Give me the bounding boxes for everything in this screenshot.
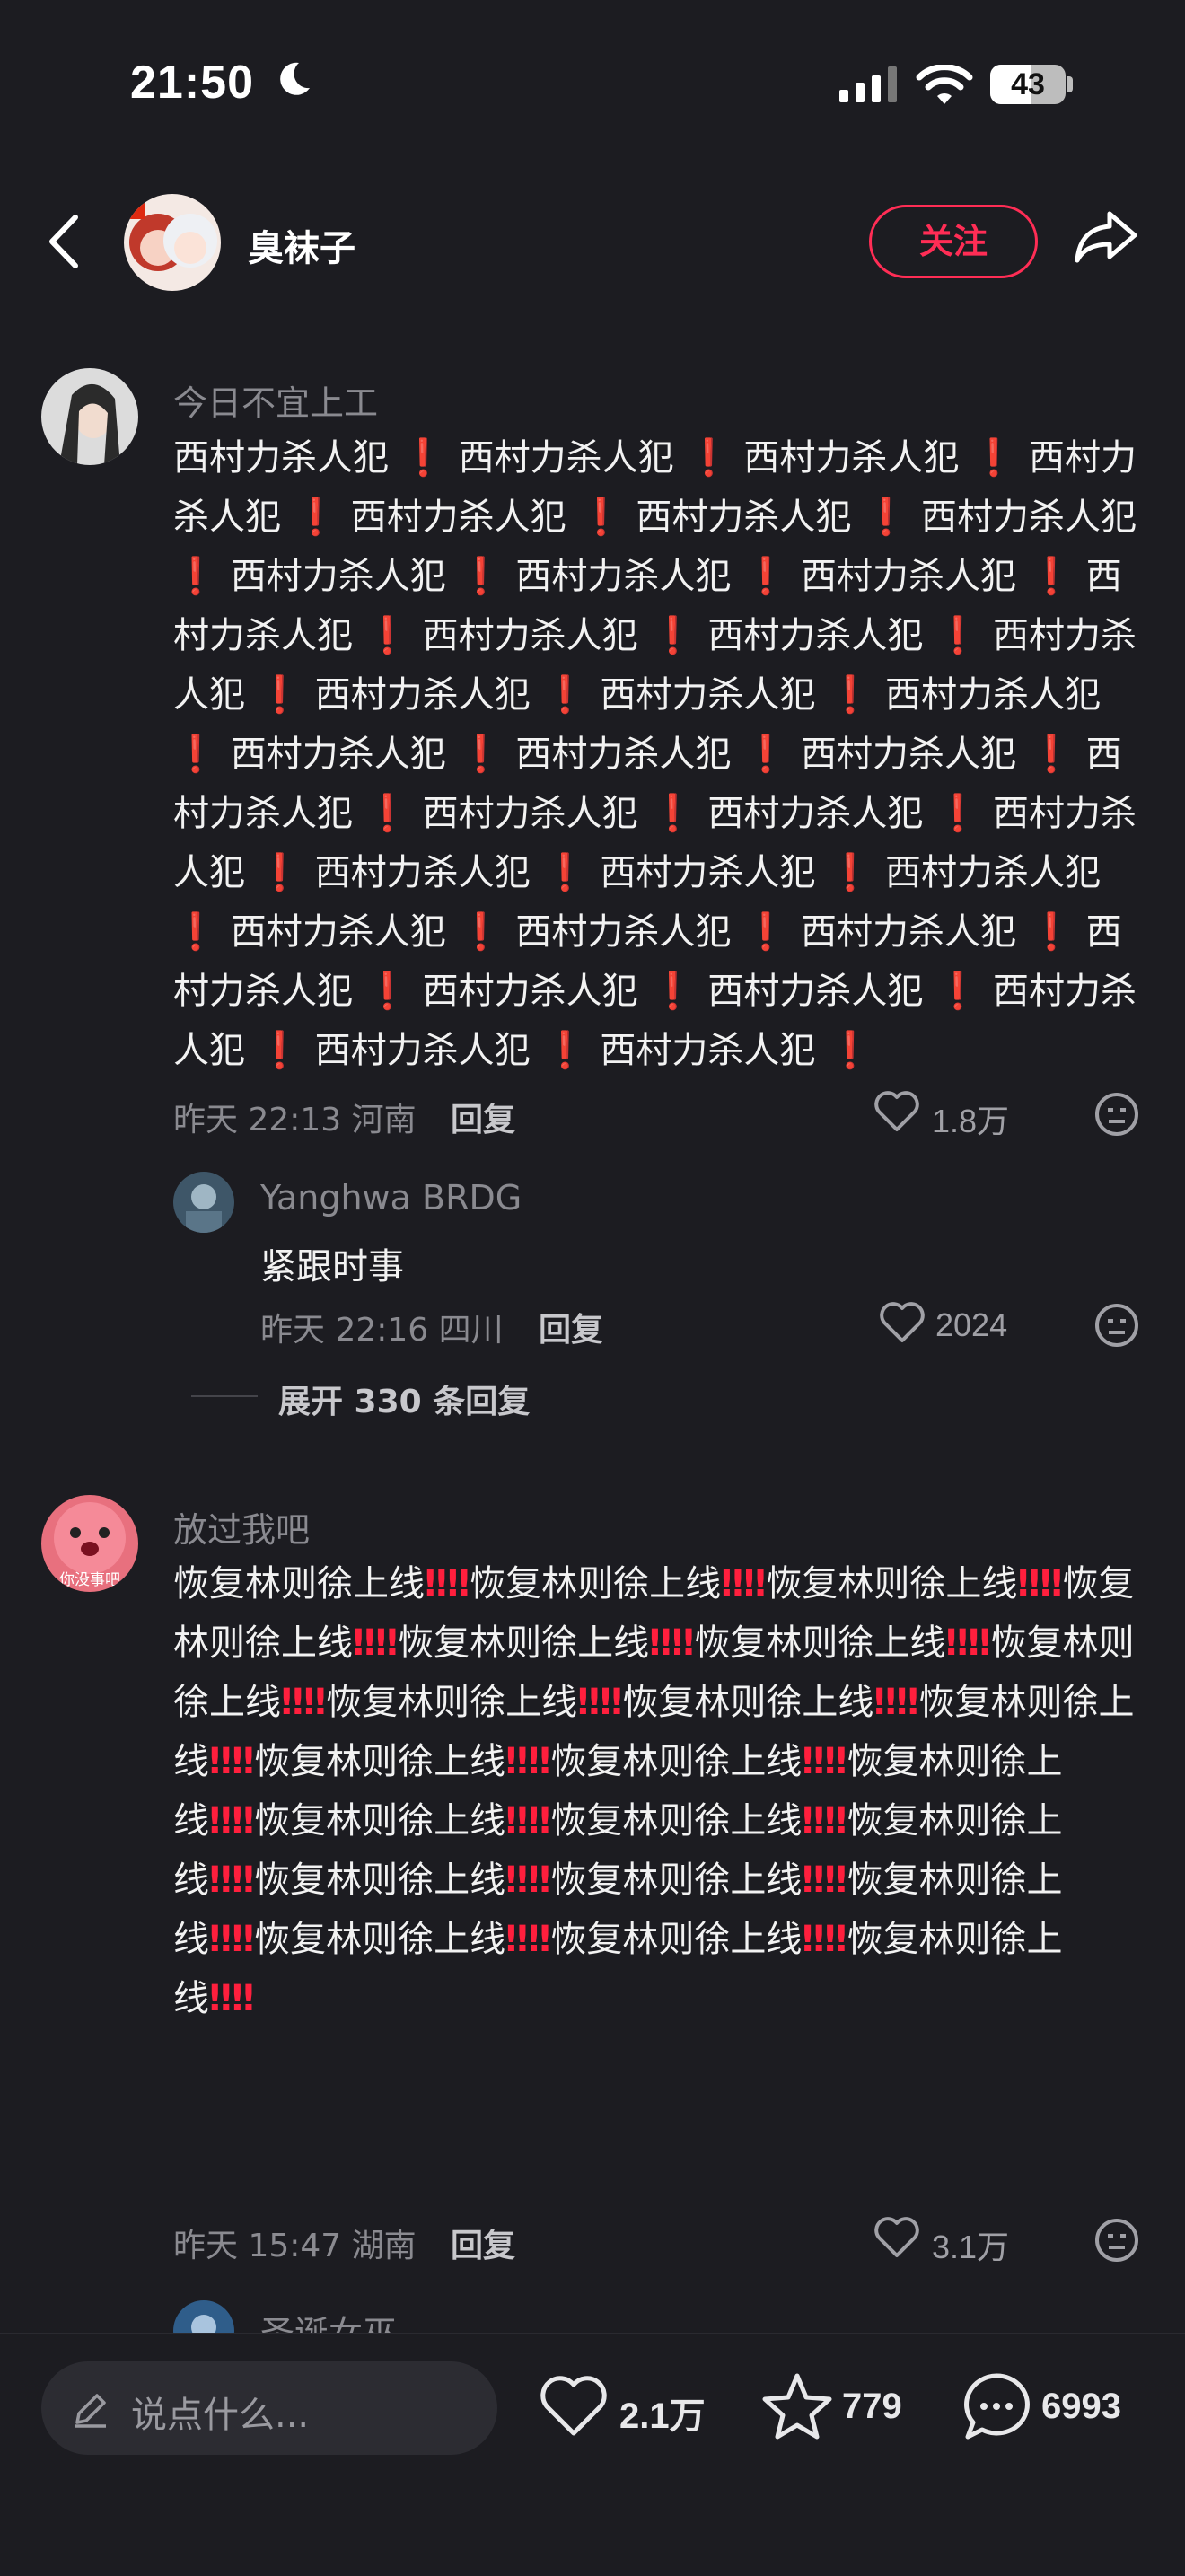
reply-button[interactable]: 回复 xyxy=(451,1094,515,1140)
star-icon[interactable] xyxy=(761,2372,833,2440)
back-icon[interactable] xyxy=(47,214,83,269)
dislike-face-icon[interactable] xyxy=(1093,1302,1140,1349)
battery-tip xyxy=(1067,76,1073,92)
commenter-avatar[interactable] xyxy=(41,368,138,465)
reply-button[interactable]: 回复 xyxy=(539,1304,603,1350)
reply-text: 紧跟时事 xyxy=(260,1246,404,1288)
commenter-avatar[interactable]: 你没事吧 xyxy=(41,1495,138,1592)
post-favorite-count[interactable]: 779 xyxy=(842,2387,902,2427)
share-icon[interactable] xyxy=(1074,208,1138,266)
moon-icon xyxy=(280,62,310,95)
comment-text-content: 恢复林则徐上线‼‼恢复林则徐上线‼‼恢复林则徐上线‼‼恢复林则徐上线‼‼恢复林则… xyxy=(173,1563,1135,2019)
comment-bubble-icon[interactable] xyxy=(961,2372,1032,2442)
comment-time-location: 昨天 15:47 湖南 xyxy=(173,2228,417,2264)
cellular-signal-icon xyxy=(839,66,904,102)
reply-avatar[interactable] xyxy=(173,1172,234,1233)
reply-time-location: 昨天 22:16 四川 xyxy=(260,1312,504,1349)
reply-button[interactable]: 回复 xyxy=(451,2220,515,2266)
reply-user-name[interactable]: Yanghwa BRDG xyxy=(260,1178,522,1218)
commenter-name[interactable]: 放过我吧 xyxy=(173,1502,310,1552)
expand-replies-button[interactable]: 展开 330 条回复 xyxy=(278,1376,530,1422)
author-avatar[interactable] xyxy=(124,194,221,291)
battery-level: 43 xyxy=(1011,67,1045,101)
author-name[interactable]: 臭袜子 xyxy=(248,219,356,271)
comment-text-content: 西村力杀人犯 ❗ 西村力杀人犯 ❗ 西村力杀人犯 ❗ 西村力杀人犯 ❗ 西村力杀… xyxy=(173,437,1137,1071)
post-comment-count[interactable]: 6993 xyxy=(1041,2387,1121,2427)
follow-button[interactable]: 关注 xyxy=(869,205,1038,278)
battery-icon: 43 xyxy=(990,65,1066,104)
heart-icon[interactable] xyxy=(873,2216,920,2259)
expand-divider xyxy=(191,1395,258,1397)
wifi-icon xyxy=(916,65,973,104)
like-count: 2024 xyxy=(935,1306,1008,1343)
comment-input-placeholder[interactable]: 说点什么... xyxy=(131,2386,309,2438)
like-count: 3.1万 xyxy=(932,2229,1010,2265)
heart-icon[interactable] xyxy=(873,1090,920,1133)
dislike-face-icon[interactable] xyxy=(1093,2217,1140,2264)
comment-text: 恢复林则徐上线‼‼恢复林则徐上线‼‼恢复林则徐上线‼‼恢复林则徐上线‼‼恢复林则… xyxy=(173,1554,1143,2206)
heart-icon[interactable] xyxy=(539,2374,609,2439)
comment-text: 西村力杀人犯 ❗ 西村力杀人犯 ❗ 西村力杀人犯 ❗ 西村力杀人犯 ❗ 西村力杀… xyxy=(173,428,1143,1080)
status-time: 21:50 xyxy=(130,57,254,109)
commenter-name[interactable]: 今日不宜上工 xyxy=(173,375,378,425)
heart-icon[interactable] xyxy=(879,1301,926,1344)
like-count: 1.8万 xyxy=(932,1103,1010,1139)
post-like-count[interactable]: 2.1万 xyxy=(619,2387,706,2439)
dislike-face-icon[interactable] xyxy=(1093,1091,1140,1138)
comment-time-location: 昨天 22:13 河南 xyxy=(173,1102,417,1139)
pencil-icon xyxy=(75,2394,106,2428)
avatar-caption: 你没事吧 xyxy=(59,1571,120,1589)
